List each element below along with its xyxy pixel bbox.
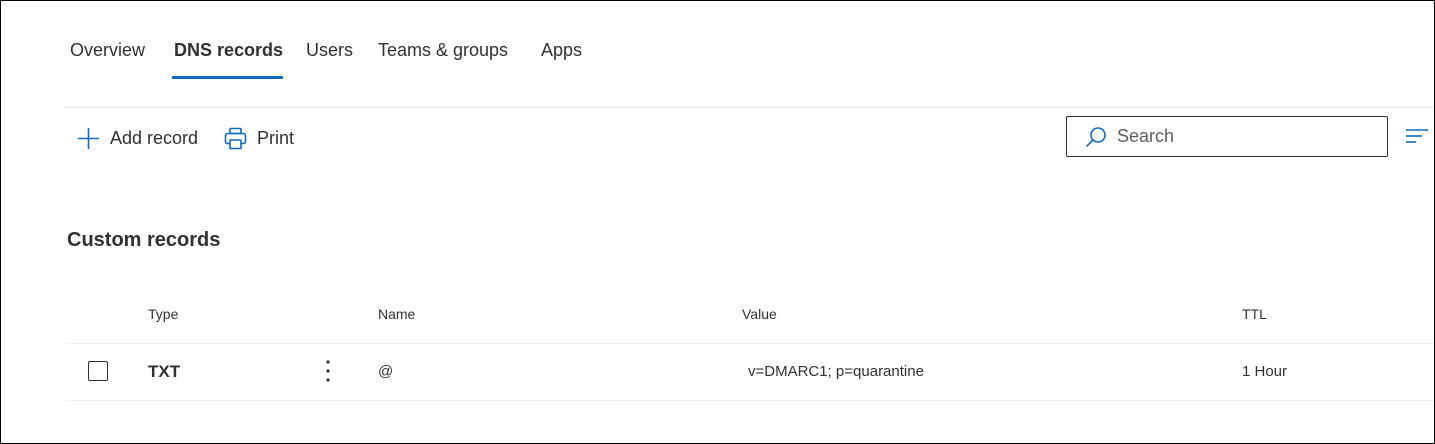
tabs-divider	[66, 107, 1434, 108]
search-icon	[1085, 126, 1107, 148]
print-button[interactable]: Print	[224, 123, 294, 153]
dns-records-page: Overview DNS records Users Teams & group…	[0, 0, 1435, 444]
plus-icon	[77, 127, 100, 150]
tab-overview[interactable]: Overview	[70, 39, 145, 67]
record-value: v=DMARC1; p=quarantine	[748, 363, 924, 380]
print-label: Print	[257, 127, 295, 148]
header-divider	[66, 343, 1434, 344]
tab-dns-records[interactable]: DNS records	[174, 39, 283, 67]
filter-lines-icon[interactable]	[1406, 128, 1428, 151]
record-type: TXT	[148, 362, 181, 381]
record-ttl: 1 Hour	[1242, 363, 1288, 380]
column-header-value[interactable]: Value	[742, 306, 777, 322]
search-input[interactable]	[1117, 126, 1377, 147]
tab-apps[interactable]: Apps	[541, 39, 582, 67]
search-box[interactable]	[1066, 116, 1388, 157]
column-header-name[interactable]: Name	[378, 306, 415, 322]
selected-tab-indicator	[172, 76, 283, 79]
tab-users[interactable]: Users	[306, 39, 353, 67]
add-record-button[interactable]: Add record	[77, 123, 198, 153]
column-header-type[interactable]: Type	[148, 306, 178, 322]
row-divider	[66, 400, 1434, 401]
record-name: @	[378, 363, 394, 380]
row-checkbox[interactable]	[88, 361, 108, 381]
tab-bar: Overview DNS records Users Teams & group…	[1, 1, 1434, 108]
tab-teams-groups[interactable]: Teams & groups	[378, 39, 508, 67]
add-record-label: Add record	[110, 127, 199, 148]
section-title: Custom records	[67, 229, 221, 251]
printer-icon	[224, 127, 247, 150]
column-header-ttl[interactable]: TTL	[1242, 306, 1267, 322]
more-options-icon[interactable]	[319, 359, 337, 383]
